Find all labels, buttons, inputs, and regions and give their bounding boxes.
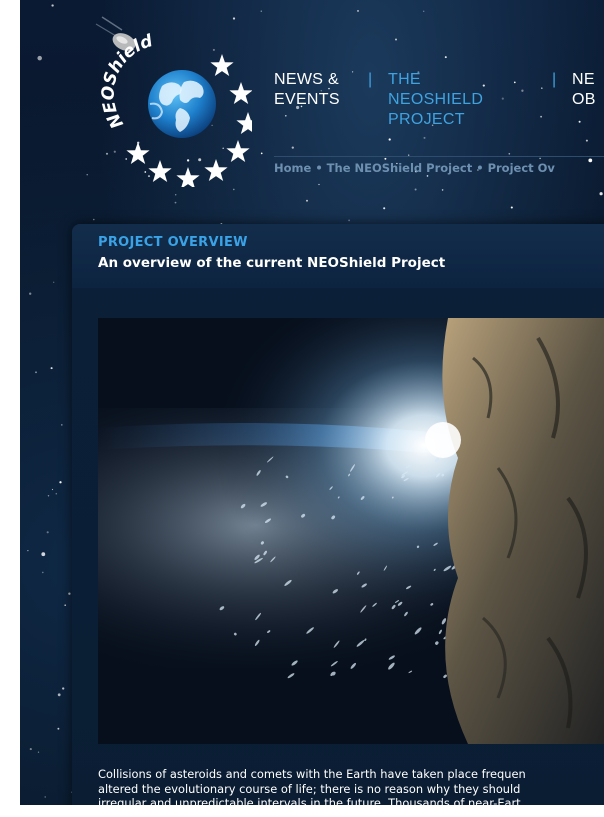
breadcrumb-neoshield-project[interactable]: The NEOShield Project: [327, 161, 473, 175]
page-section-title: PROJECT OVERVIEW: [98, 235, 248, 250]
nav-news-events[interactable]: NEWS & EVENTS: [274, 70, 340, 110]
logo-text: NEOShield: [99, 31, 156, 132]
breadcrumb-home[interactable]: Home: [274, 161, 311, 175]
nav-separator: |: [552, 71, 557, 88]
nav-truncated-line2: OB: [572, 91, 596, 108]
breadcrumb-separator: •: [476, 161, 484, 175]
neoshield-logo[interactable]: NEOShield: [62, 12, 252, 187]
nav-news-events-line2: EVENTS: [274, 91, 340, 108]
nav-news-events-line1: NEWS &: [274, 71, 339, 88]
globe-icon: [148, 70, 216, 138]
nav-project-line1: THE NEOSHIELD: [388, 71, 484, 108]
body-line: altered the evolutionary course of life;…: [98, 781, 521, 796]
nav-project-line2: PROJECT: [388, 111, 465, 128]
panel-header: PROJECT OVERVIEW An overview of the curr…: [72, 224, 604, 288]
nav-the-neoshield-project[interactable]: THE NEOSHIELD PROJECT: [388, 70, 483, 130]
breadcrumb-project-overview[interactable]: Project Ov: [488, 161, 555, 175]
nav-item-truncated[interactable]: NE OB: [572, 70, 596, 110]
breadcrumb: Home • The NEOShield Project • Project Ov: [274, 156, 604, 175]
breadcrumb-separator: •: [315, 161, 323, 175]
nav-truncated-line1: NE: [572, 71, 595, 88]
svg-text:NEOShield: NEOShield: [99, 31, 156, 132]
body-paragraph: Collisions of asteroids and comets with …: [98, 767, 604, 805]
body-line: Collisions of asteroids and comets with …: [98, 767, 526, 781]
hero-image-asteroid-impact: [98, 318, 604, 744]
breadcrumb-rule: [274, 156, 604, 157]
nav-separator: |: [368, 71, 373, 88]
body-line: irregular and unpredictable intervals in…: [98, 796, 521, 805]
page-background: NEOShield NEWS & EVENTS | THE NEOSHIELD …: [20, 0, 604, 805]
page-subtitle: An overview of the current NEOShield Pro…: [98, 255, 446, 271]
